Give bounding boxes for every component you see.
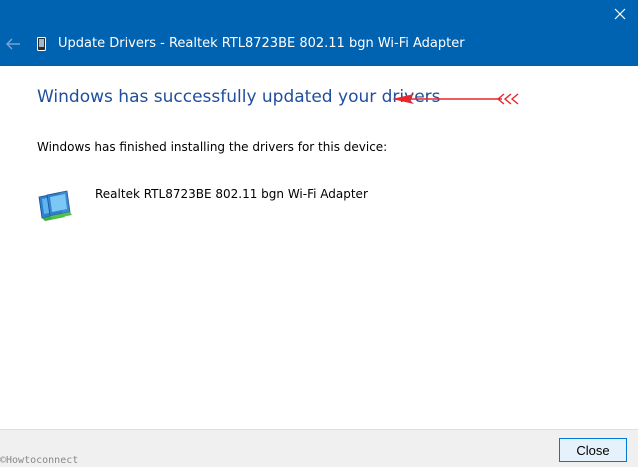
title-bar: Update Drivers - Realtek RTL8723BE 802.1… bbox=[0, 0, 638, 66]
window-title: Update Drivers - Realtek RTL8723BE 802.1… bbox=[58, 36, 465, 51]
device-name-label: Realtek RTL8723BE 802.11 bgn Wi-Fi Adapt… bbox=[95, 187, 368, 201]
footer-bar bbox=[0, 429, 638, 467]
red-arrow-icon bbox=[392, 93, 519, 105]
close-button[interactable]: Close bbox=[559, 438, 627, 462]
device-icon bbox=[37, 37, 46, 51]
install-description: Windows has finished installing the driv… bbox=[37, 140, 388, 154]
close-icon bbox=[614, 8, 626, 20]
window-close-button[interactable] bbox=[608, 2, 632, 26]
back-arrow-icon[interactable] bbox=[3, 34, 23, 54]
network-adapter-icon bbox=[38, 190, 72, 221]
update-drivers-window: Update Drivers - Realtek RTL8723BE 802.1… bbox=[0, 0, 638, 467]
watermark: ©Howtoconnect bbox=[0, 455, 79, 466]
success-heading: Windows has successfully updated your dr… bbox=[37, 87, 441, 107]
